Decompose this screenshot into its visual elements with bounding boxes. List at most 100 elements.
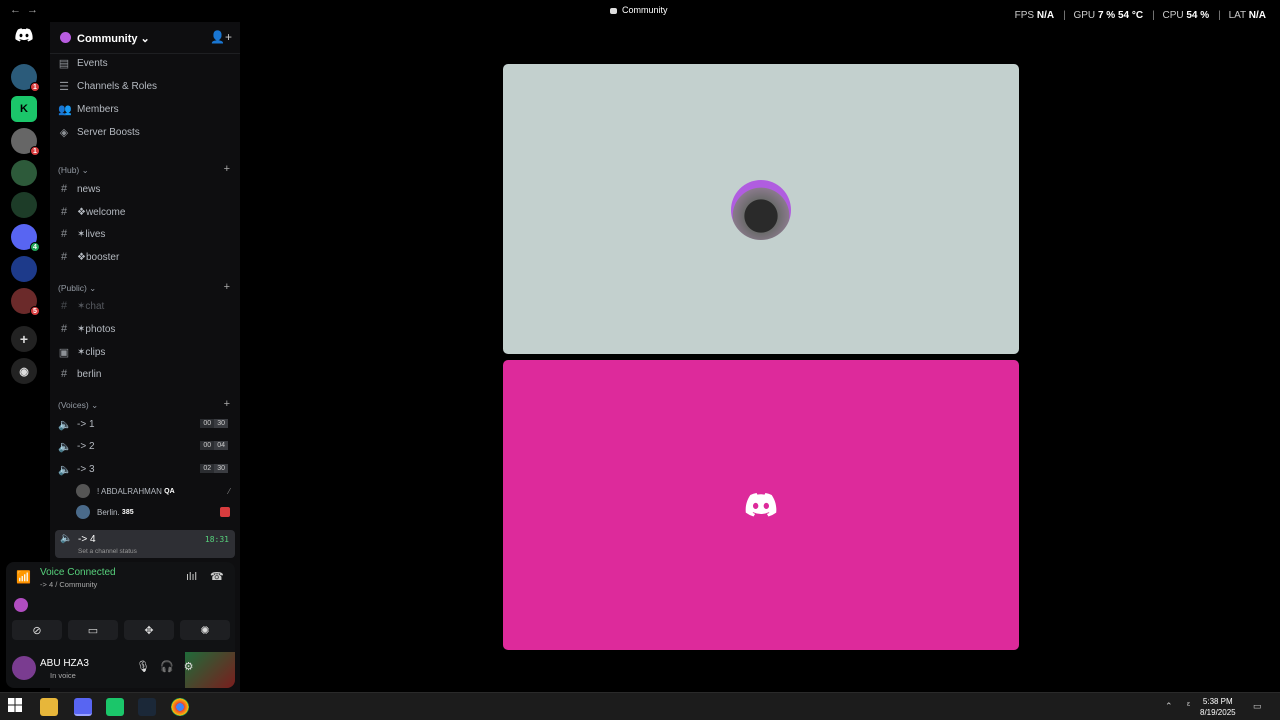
channel-timer: 18:31 xyxy=(204,535,229,544)
server-icon xyxy=(60,32,71,43)
voice-panel: 📶 Voice Connected -> 4 / Community ılıl … xyxy=(6,562,235,688)
steam-icon[interactable] xyxy=(138,698,156,716)
hash-icon: # xyxy=(60,183,68,195)
avatar[interactable] xyxy=(12,656,36,680)
screen-share-button[interactable]: ▭ xyxy=(68,620,118,640)
server-header[interactable]: Community ⌄ 👤+ xyxy=(50,22,240,54)
channel-status[interactable]: Set a channel status xyxy=(78,548,137,555)
explore-icon[interactable]: ◉ xyxy=(11,358,37,384)
category-voices[interactable]: (Voices) ⌄ + xyxy=(58,398,234,411)
discord-logo-icon xyxy=(745,493,777,517)
server-avatar-icon[interactable]: 1 xyxy=(11,128,40,156)
video-tile-activity[interactable] xyxy=(503,360,1019,650)
calendar-icon: ▤ xyxy=(58,57,70,70)
server-globe-icon[interactable] xyxy=(11,160,37,186)
camera-off-button[interactable]: ⊘ xyxy=(12,620,62,640)
server-folder-icon[interactable]: 1 xyxy=(11,64,40,92)
disconnect-icon[interactable]: ☎ xyxy=(210,570,224,583)
category-hub[interactable]: (Hub) ⌄ + xyxy=(58,163,234,176)
activity-icon[interactable] xyxy=(14,598,28,612)
windows-start-icon[interactable] xyxy=(8,698,26,716)
system-clock[interactable]: 5:38 PM 8/19/2025 xyxy=(1200,696,1236,718)
menu-server-boosts[interactable]: ◈ Server Boosts xyxy=(58,122,234,142)
avatar xyxy=(76,505,90,519)
noise-suppression-icon[interactable]: ılıl xyxy=(186,571,197,583)
channel-lives[interactable]: # ✶lives xyxy=(58,224,234,244)
headphones-icon[interactable]: 🎧 xyxy=(160,661,184,673)
mute-icon: ⁄ xyxy=(228,486,230,496)
taskbar: ⌃ ε 5:38 PM 8/19/2025 ▭ xyxy=(0,692,1280,720)
chrome-icon[interactable] xyxy=(171,698,189,716)
user-panel: ABU HZA3 In voice 🎙🎧⚙ xyxy=(6,652,235,688)
category-public[interactable]: (Public) ⌄ + xyxy=(58,281,234,294)
server-k-icon[interactable]: K xyxy=(11,96,37,122)
window-titlebar: ←→ Community FPS N/A | GPU 7 % 54 °C | CPU… xyxy=(0,0,1280,22)
menu-events[interactable]: ▤ Events xyxy=(58,53,234,73)
channel-welcome[interactable]: # ❖welcome xyxy=(58,202,234,222)
server-emblem-icon[interactable] xyxy=(11,192,37,218)
language-indicator[interactable]: ε xyxy=(1187,701,1190,708)
channel-photos[interactable]: # ✶photos xyxy=(58,319,234,339)
perf-overlay: FPS N/A | GPU 7 % 54 °C | CPU 54 % | LAT N/… xyxy=(1014,10,1266,21)
mic-icon[interactable]: 🎙 xyxy=(136,661,160,673)
server-folder2-icon[interactable]: 5 xyxy=(11,288,40,316)
hash-icon: # xyxy=(60,206,68,218)
media-icon: ▣ xyxy=(58,346,70,359)
hash-icon: # xyxy=(60,368,68,380)
invite-icon[interactable]: 👤+ xyxy=(210,30,232,44)
activities-button[interactable]: ✥ xyxy=(124,620,174,640)
voice-user-abdalrahman[interactable]: ! ABDALRAHMAN QA ⁄ xyxy=(76,482,234,500)
list-icon: ☰ xyxy=(59,80,69,93)
soundboard-button[interactable]: ✺ xyxy=(180,620,230,640)
gear-icon[interactable]: ⚙ xyxy=(184,661,204,673)
add-channel-icon[interactable]: + xyxy=(224,281,230,293)
voice-channel-1[interactable]: 🔈 -> 1 00 30 xyxy=(58,414,234,434)
voice-user-berlin[interactable]: Berlin. 385 xyxy=(76,503,234,521)
server-community-icon[interactable]: 4 xyxy=(11,224,40,252)
avatar xyxy=(731,180,791,240)
server-blue-icon[interactable] xyxy=(11,256,37,282)
deafen-icon xyxy=(220,507,230,517)
voice-channel-3[interactable]: 🔈 -> 3 02 30 xyxy=(58,459,234,479)
speaker-icon: 🔈 xyxy=(58,463,72,476)
channel-chat[interactable]: # ✶chat xyxy=(58,296,234,316)
boost-icon: ◈ xyxy=(59,126,69,139)
speaker-icon: 🔈 xyxy=(58,418,72,431)
voice-connected-label[interactable]: Voice Connected xyxy=(40,567,116,578)
user-controls: 🎙🎧⚙ xyxy=(136,660,204,673)
user-limit-badge: 02 30 xyxy=(200,464,228,473)
voice-channel-4-active[interactable]: 🔈 -> 4 18:31 Set a channel status xyxy=(55,530,235,558)
channel-berlin[interactable]: # berlin xyxy=(58,364,234,384)
speaker-icon: 🔈 xyxy=(60,533,73,544)
server-name[interactable]: Community ⌄ xyxy=(77,32,150,45)
file-explorer-icon[interactable] xyxy=(40,698,58,716)
username[interactable]: ABU HZA3 xyxy=(40,658,89,669)
avatar xyxy=(76,484,90,498)
nav-arrows[interactable]: ←→ xyxy=(10,4,44,16)
video-tile-user[interactable] xyxy=(503,64,1019,354)
notification-icon[interactable]: ▭ xyxy=(1253,701,1262,712)
menu-channels-roles[interactable]: ☰ Channels & Roles xyxy=(58,76,234,96)
tray-chevron-icon[interactable]: ⌃ xyxy=(1165,701,1173,712)
hash-icon: # xyxy=(60,251,68,263)
voice-channel-2[interactable]: 🔈 -> 2 00 04 xyxy=(58,436,234,456)
voice-channel-path[interactable]: -> 4 / Community xyxy=(40,580,97,589)
hash-icon: # xyxy=(60,228,68,240)
channel-clips[interactable]: ▣ ✶clips xyxy=(58,342,234,362)
window-title: Community xyxy=(610,5,668,15)
hash-icon: # xyxy=(60,300,68,312)
add-server-icon[interactable]: + xyxy=(11,326,37,352)
add-channel-icon[interactable]: + xyxy=(224,398,230,410)
app-taskbar-icon[interactable] xyxy=(106,698,124,716)
discord-home-icon[interactable] xyxy=(11,22,37,48)
user-limit-badge: 00 04 xyxy=(200,441,228,450)
channel-news[interactable]: # news xyxy=(58,179,234,199)
add-channel-icon[interactable]: + xyxy=(224,163,230,175)
menu-members[interactable]: 👥 Members xyxy=(58,99,234,119)
speaker-icon: 🔈 xyxy=(58,440,72,453)
signal-icon[interactable]: 📶 xyxy=(16,570,32,586)
members-icon: 👥 xyxy=(58,103,72,116)
discord-taskbar-icon[interactable] xyxy=(74,698,92,716)
active-channel-label: -> 4 xyxy=(78,534,96,545)
channel-booster[interactable]: # ❖booster xyxy=(58,247,234,267)
